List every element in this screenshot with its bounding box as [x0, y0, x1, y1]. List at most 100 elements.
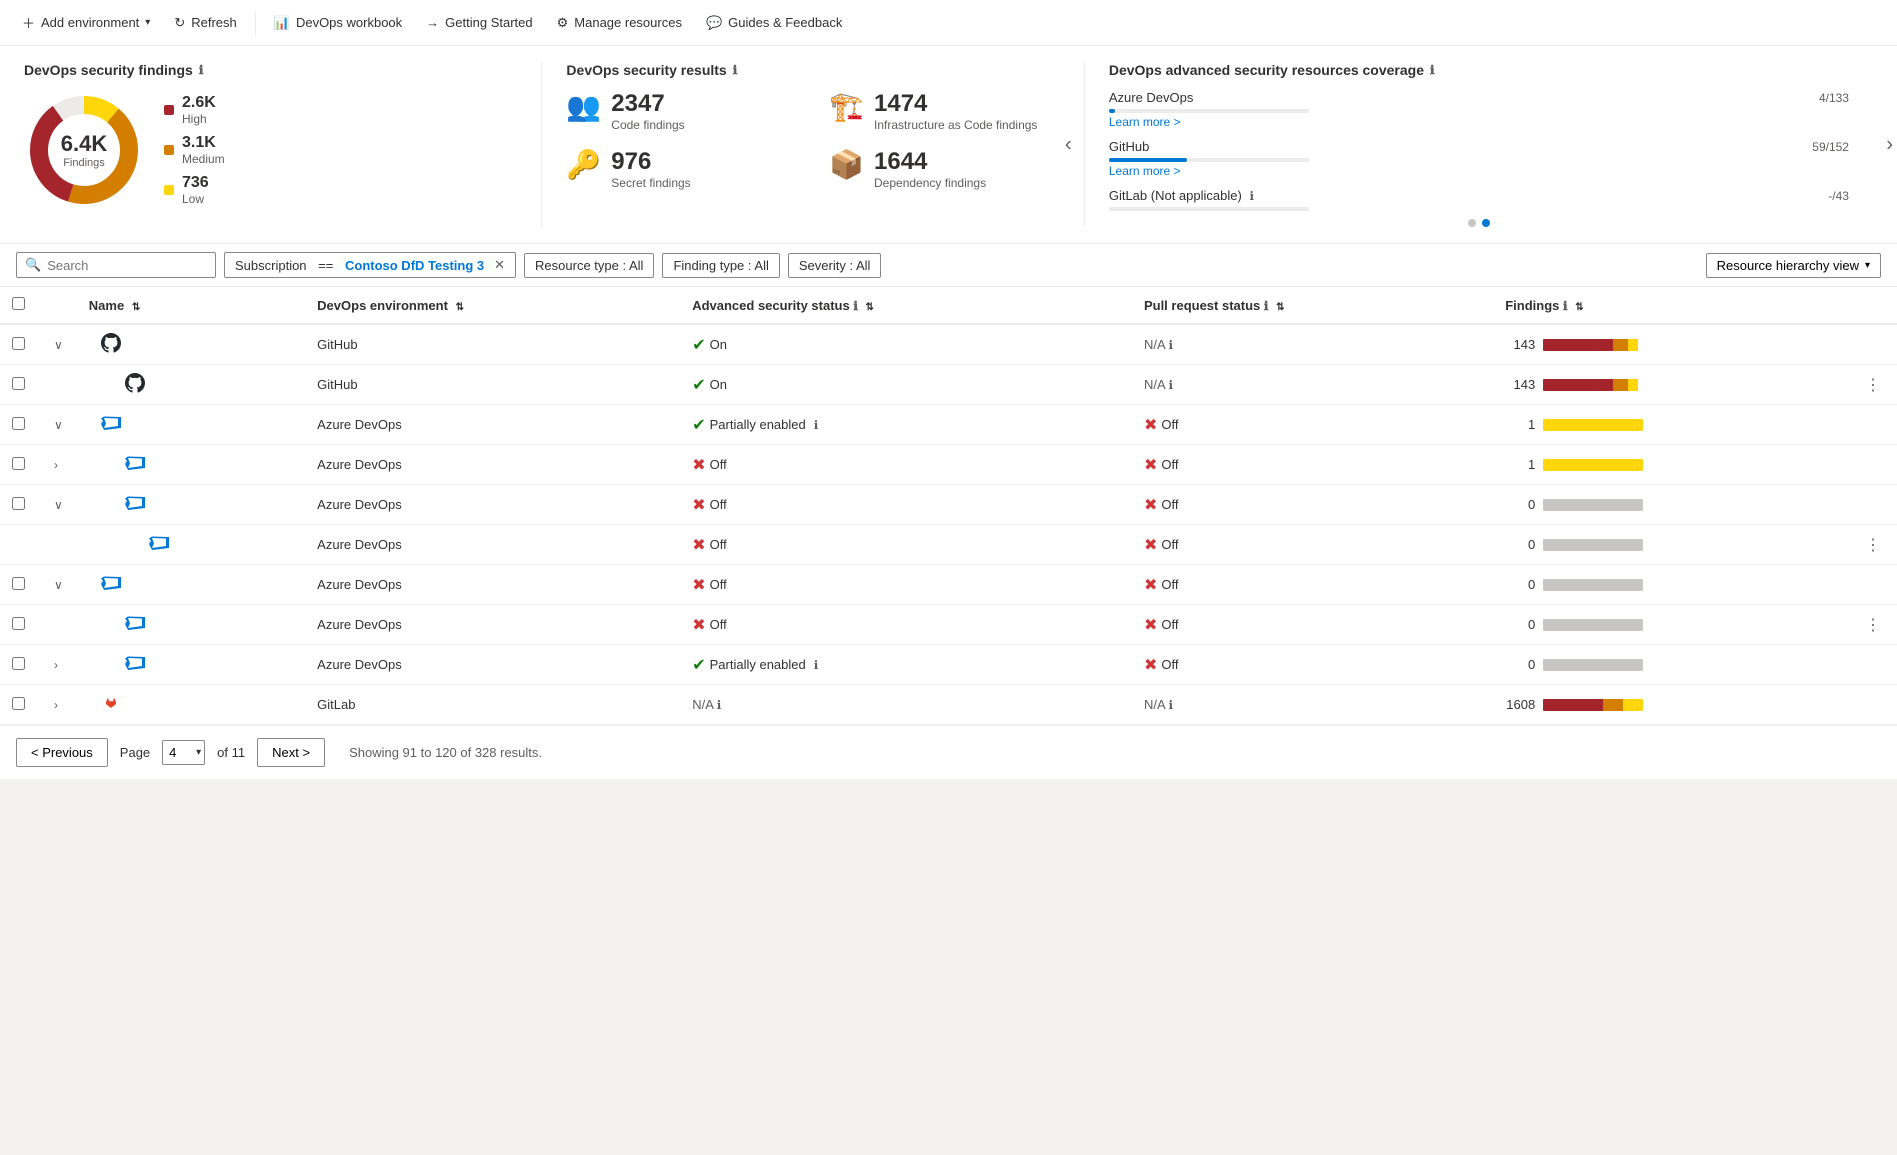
row-findings: 0: [1493, 485, 1849, 525]
iac-icon: 🏗️: [829, 90, 864, 123]
select-all-checkbox[interactable]: [12, 297, 25, 310]
devops-sort-icon[interactable]: ⇅: [456, 302, 464, 313]
row-findings: 0: [1493, 525, 1849, 565]
row-checkbox[interactable]: [12, 417, 25, 430]
dot-1[interactable]: [1468, 219, 1476, 227]
expand-button[interactable]: ›: [52, 456, 60, 474]
refresh-button[interactable]: ↻ Refresh: [164, 9, 246, 37]
findings-sort-icon[interactable]: ⇅: [1575, 302, 1583, 313]
findings-info-icon[interactable]: ℹ: [199, 63, 204, 77]
gitlab-na-info-icon[interactable]: ℹ: [1249, 189, 1254, 203]
dot-2[interactable]: [1482, 219, 1490, 227]
pr-status-info-icon[interactable]: ℹ: [1264, 299, 1269, 313]
row-findings: 0: [1493, 645, 1849, 685]
devops-workbook-button[interactable]: 📊 DevOps workbook: [264, 9, 412, 37]
table-container: Name ⇅ DevOps environment ⇅ Advanced sec…: [0, 287, 1897, 725]
row-checkbox[interactable]: [12, 657, 25, 670]
row-name-cell: [77, 324, 305, 365]
row-checkbox[interactable]: [12, 577, 25, 590]
row-pr-status: ✖Off: [1132, 525, 1493, 565]
row-expand-cell: ›: [40, 685, 77, 725]
github-progress-bar: [1109, 158, 1309, 162]
row-checkbox[interactable]: [12, 697, 25, 710]
search-input[interactable]: [47, 258, 207, 273]
row-findings: 143: [1493, 324, 1849, 365]
resource-type-filter[interactable]: Resource type : All: [524, 253, 654, 278]
row-checkbox[interactable]: [12, 457, 25, 470]
row-menu-cell: ⋮: [1849, 605, 1897, 645]
row-checkbox[interactable]: [12, 377, 25, 390]
table-row: ∨ GitHub ✔On N/A ℹ 143: [0, 324, 1897, 365]
row-menu-cell: [1849, 324, 1897, 365]
row-menu-button[interactable]: ⋮: [1861, 537, 1885, 554]
expand-button[interactable]: ∨: [52, 336, 65, 354]
adv-security-sort-icon[interactable]: ⇅: [866, 302, 874, 313]
row-icon: [101, 581, 121, 596]
row-menu-cell: [1849, 565, 1897, 605]
coverage-info-icon[interactable]: ℹ: [1430, 63, 1435, 77]
row-icon: [149, 541, 169, 556]
getting-started-button[interactable]: → Getting Started: [416, 9, 542, 36]
next-button[interactable]: Next >: [257, 738, 325, 767]
coverage-github: GitHub 59/152 Learn more >: [1109, 139, 1849, 178]
expand-header: [40, 287, 77, 324]
finding-type-filter[interactable]: Finding type : All: [662, 253, 779, 278]
row-expand-cell: ›: [40, 645, 77, 685]
row-menu-cell: [1849, 685, 1897, 725]
result-code: 👥 2347 Code findings: [566, 90, 797, 132]
guides-feedback-button[interactable]: 💬 Guides & Feedback: [696, 9, 852, 37]
chevron-down-icon: ▾: [145, 17, 150, 28]
expand-button[interactable]: ∨: [52, 496, 65, 514]
github-learn-more[interactable]: Learn more >: [1109, 164, 1849, 178]
row-menu-button[interactable]: ⋮: [1861, 377, 1885, 394]
row-findings: 0: [1493, 565, 1849, 605]
row-menu-button[interactable]: ⋮: [1861, 617, 1885, 634]
severity-filter[interactable]: Severity : All: [788, 253, 882, 278]
carousel-prev-button[interactable]: ‹: [1065, 133, 1072, 156]
subscription-filter[interactable]: Subscription == Contoso DfD Testing 3 ✕: [224, 252, 516, 278]
row-checkbox-cell: [0, 645, 40, 685]
row-checkbox-cell: [0, 405, 40, 445]
findings-info-icon[interactable]: ℹ: [1563, 299, 1568, 313]
results-info-icon[interactable]: ℹ: [733, 63, 738, 77]
hierarchy-view-button[interactable]: Resource hierarchy view ▾: [1706, 253, 1881, 278]
expand-button[interactable]: ∨: [52, 416, 65, 434]
row-devops-env: GitHub: [305, 365, 680, 405]
expand-button[interactable]: ›: [52, 696, 60, 714]
medium-dot: [164, 145, 174, 155]
findings-header: Findings ℹ ⇅: [1493, 287, 1849, 324]
row-pr-status: N/A ℹ: [1132, 365, 1493, 405]
carousel-next-button[interactable]: ›: [1886, 133, 1893, 156]
carousel-dots: [1109, 219, 1849, 227]
row-checkbox[interactable]: [12, 337, 25, 350]
azdevops-progress-fill: [1109, 109, 1115, 113]
azdevops-learn-more[interactable]: Learn more >: [1109, 115, 1849, 129]
row-expand-cell: ∨: [40, 485, 77, 525]
expand-button[interactable]: ∨: [52, 576, 65, 594]
search-box[interactable]: 🔍: [16, 252, 216, 278]
row-findings: 0: [1493, 605, 1849, 645]
pr-sort-icon[interactable]: ⇅: [1276, 302, 1284, 313]
previous-button[interactable]: < Previous: [16, 738, 108, 767]
row-findings: 1: [1493, 445, 1849, 485]
row-menu-cell: [1849, 485, 1897, 525]
chip-close-icon[interactable]: ✕: [494, 257, 505, 273]
showing-text: Showing 91 to 120 of 328 results.: [349, 745, 542, 760]
row-name-cell: [77, 485, 305, 525]
row-name-cell: [77, 685, 305, 725]
pr-status-header: Pull request status ℹ ⇅: [1132, 287, 1493, 324]
row-adv-security: ✖Off: [680, 605, 1132, 645]
add-environment-button[interactable]: ＋ Add environment ▾: [12, 7, 160, 38]
row-pr-status: ✖Off: [1132, 405, 1493, 445]
page-select[interactable]: 1234 5678 91011: [162, 740, 205, 765]
name-sort-icon[interactable]: ⇅: [132, 302, 140, 313]
row-checkbox[interactable]: [12, 617, 25, 630]
name-header: Name ⇅: [77, 287, 305, 324]
row-name-cell: [77, 445, 305, 485]
expand-button[interactable]: ›: [52, 656, 60, 674]
adv-security-info-icon[interactable]: ℹ: [853, 299, 858, 313]
manage-resources-button[interactable]: ⚙ Manage resources: [547, 9, 692, 37]
row-checkbox[interactable]: [12, 497, 25, 510]
row-pr-status: ✖Off: [1132, 645, 1493, 685]
settings-icon: ⚙: [557, 15, 569, 31]
